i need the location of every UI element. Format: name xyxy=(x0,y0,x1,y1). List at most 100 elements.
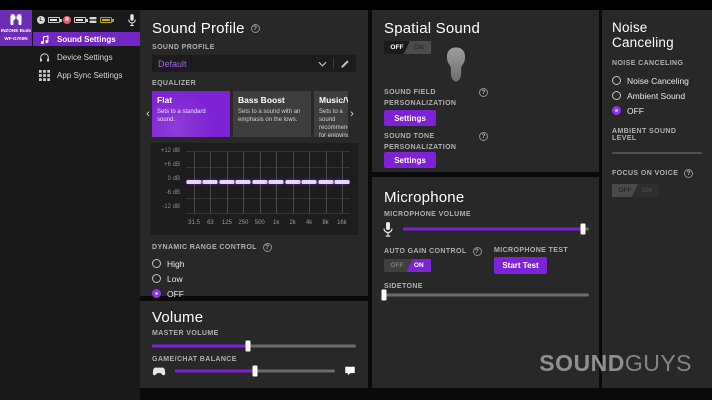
preset-card-bass-boost[interactable]: Bass Boost Sets to a sound with an empha… xyxy=(233,91,311,137)
help-icon[interactable]: ? xyxy=(479,132,488,141)
slider-handle[interactable] xyxy=(581,224,586,235)
sound-profile-panel: Sound Profile ? SOUND PROFILE Default EQ… xyxy=(140,10,368,296)
charging-case-icon xyxy=(89,16,97,24)
right-earbud-battery-icon xyxy=(74,17,86,23)
noise-canceling-title: Noise Canceling xyxy=(612,20,702,50)
sidebar-item-app-sync-settings[interactable]: App Sync Settings xyxy=(33,68,140,82)
volume-title: Volume xyxy=(152,309,356,326)
slider-handle[interactable] xyxy=(382,290,387,301)
help-icon[interactable]: ? xyxy=(251,24,260,33)
earbuds-icon xyxy=(6,13,26,26)
eq-band-slider-31.5[interactable]: 31.5 xyxy=(186,151,202,231)
auto-gain-control-label: AUTO GAIN CONTROL ? xyxy=(384,247,482,256)
eq-y-labels: +12 dB+6 dB0 dB-6 dB-12 dB xyxy=(152,148,180,210)
eq-band-slider-16k[interactable]: 16k xyxy=(334,151,350,231)
sidebar-item-device-settings[interactable]: Device Settings xyxy=(33,50,140,64)
eq-band-slider-250[interactable]: 250 xyxy=(235,151,251,231)
sidebar-item-label: App Sync Settings xyxy=(57,71,122,80)
help-icon[interactable]: ? xyxy=(684,169,693,178)
radio-icon[interactable] xyxy=(152,274,161,283)
sound-field-settings-button[interactable]: Settings xyxy=(384,110,436,126)
help-icon[interactable]: ? xyxy=(479,88,488,97)
drc-option-high[interactable]: High xyxy=(152,257,356,270)
eq-band-handle[interactable] xyxy=(318,180,333,184)
drc-label: DYNAMIC RANGE CONTROL ? xyxy=(152,243,356,252)
preset-card-music-video[interactable]: Music/Video Sets to a sound recommended … xyxy=(314,91,348,137)
radio-icon-selected[interactable] xyxy=(612,106,621,115)
radio-icon[interactable] xyxy=(612,76,621,85)
eq-band-slider-4k[interactable]: 4k xyxy=(301,151,317,231)
sound-field-label: SOUND FIELD PERSONALIZATION xyxy=(384,88,464,109)
drc-option-off[interactable]: OFF xyxy=(152,287,356,300)
edit-pencil-icon[interactable] xyxy=(340,59,350,69)
eq-band-slider-500[interactable]: 500 xyxy=(252,151,268,231)
sound-tone-settings-button[interactable]: Settings xyxy=(384,152,436,168)
head-model-image xyxy=(442,46,470,83)
help-icon[interactable]: ? xyxy=(263,243,272,252)
nc-option-noise-canceling[interactable]: Noise Canceling xyxy=(612,74,702,87)
eq-band-handle[interactable] xyxy=(269,180,284,184)
device-name-line1: INZONE Buds xyxy=(0,28,32,34)
nc-option-off[interactable]: OFF xyxy=(612,104,702,117)
help-icon[interactable]: ? xyxy=(473,247,482,256)
eq-band-slider-125[interactable]: 125 xyxy=(219,151,235,231)
sidebar-item-sound-settings[interactable]: Sound Settings xyxy=(33,32,140,46)
gamepad-icon xyxy=(152,366,166,377)
radio-icon-selected[interactable] xyxy=(152,289,161,298)
master-volume-slider[interactable] xyxy=(152,340,356,352)
sound-field-row: SOUND FIELD PERSONALIZATION ? xyxy=(384,88,488,109)
grid-icon xyxy=(39,70,50,81)
eq-band-handle[interactable] xyxy=(187,180,202,184)
eq-preset-carousel: ‹ Flat Sets to a standard sound. Bass Bo… xyxy=(144,91,362,137)
volume-panel: Volume MASTER VOLUME GAME/CHAT BALANCE xyxy=(140,301,368,388)
eq-x-label: 63 xyxy=(202,220,218,226)
eq-band-handle[interactable] xyxy=(203,180,218,184)
eq-x-label: 125 xyxy=(219,220,235,226)
sidetone-slider[interactable] xyxy=(382,289,589,301)
preset-card-flat[interactable]: Flat Sets to a standard sound. xyxy=(152,91,230,137)
game-chat-balance-slider[interactable] xyxy=(175,365,335,377)
eq-band-slider-63[interactable]: 63 xyxy=(202,151,218,231)
radio-icon[interactable] xyxy=(612,91,621,100)
voice-chat-mic-icon[interactable] xyxy=(127,13,137,32)
eq-band-slider-1k[interactable]: 1k xyxy=(268,151,284,231)
eq-x-label: 2k xyxy=(285,220,301,226)
sound-tone-row: SOUND TONE PERSONALIZATION ? xyxy=(384,132,488,153)
radio-icon[interactable] xyxy=(152,259,161,268)
eq-band-slider-2k[interactable]: 2k xyxy=(285,151,301,231)
eq-band-handle[interactable] xyxy=(334,180,349,184)
nc-option-ambient-sound[interactable]: Ambient Sound xyxy=(612,89,702,102)
eq-band-handle[interactable] xyxy=(252,180,267,184)
eq-band-handle[interactable] xyxy=(285,180,300,184)
spatial-sound-panel: Spatial Sound OFF ON SOUND FIELD PERSONA… xyxy=(372,10,599,172)
chevron-down-icon[interactable] xyxy=(318,61,327,67)
drc-option-low[interactable]: Low xyxy=(152,272,356,285)
auto-gain-control-toggle[interactable]: OFF ON xyxy=(384,259,431,272)
sound-profile-value: Default xyxy=(158,59,318,69)
eq-band-handle[interactable] xyxy=(302,180,317,184)
eq-band-slider-8k[interactable]: 8k xyxy=(318,151,334,231)
microphone-volume-slider[interactable] xyxy=(403,223,589,235)
eq-y-label: +6 dB xyxy=(152,162,180,168)
device-tile[interactable]: INZONE Buds WF-G700N xyxy=(0,10,32,46)
eq-band-handle[interactable] xyxy=(219,180,234,184)
slider-handle[interactable] xyxy=(253,366,258,377)
ambient-sound-level-slider-disabled xyxy=(612,149,702,157)
carousel-next-icon[interactable]: › xyxy=(348,108,356,120)
eq-y-label: -12 dB xyxy=(152,204,180,210)
sound-profile-title: Sound Profile ? xyxy=(152,20,356,37)
music-note-icon xyxy=(39,34,50,45)
left-earbud-badge: L xyxy=(37,16,45,24)
slider-handle[interactable] xyxy=(245,341,250,352)
master-volume-label: MASTER VOLUME xyxy=(152,330,356,337)
eq-x-label: 16k xyxy=(334,220,350,226)
carousel-prev-icon[interactable]: ‹ xyxy=(144,108,152,120)
eq-band-handle[interactable] xyxy=(236,180,251,184)
ambient-sound-level-label: AMBIENT SOUND LEVEL xyxy=(612,128,702,142)
dropdown-divider xyxy=(333,58,334,69)
start-test-button[interactable]: Start Test xyxy=(494,257,547,274)
eq-x-label: 31.5 xyxy=(186,220,202,226)
microphone-test-label: MICROPHONE TEST xyxy=(494,247,568,254)
sound-profile-dropdown[interactable]: Default xyxy=(152,55,356,72)
spatial-sound-toggle[interactable]: OFF ON xyxy=(384,41,431,54)
